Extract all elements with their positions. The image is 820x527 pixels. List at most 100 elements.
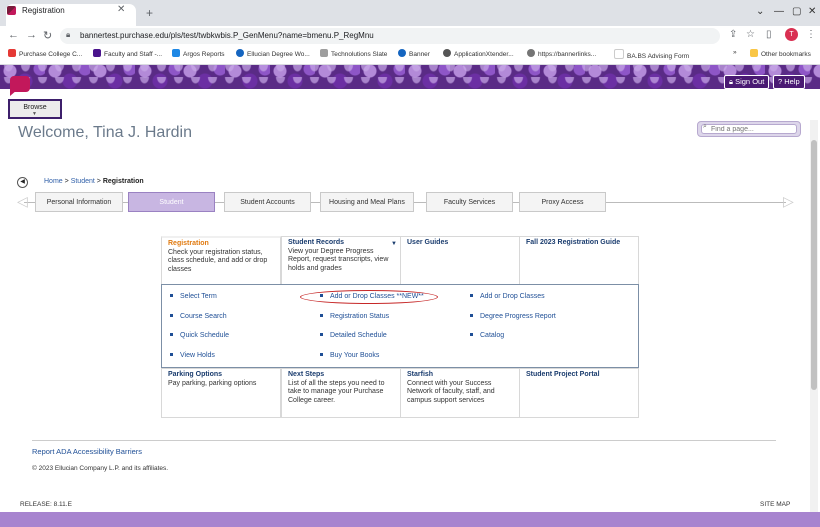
bookmark-item[interactable]: Faculty and Staff -...: [93, 49, 162, 58]
link-course-search[interactable]: Course Search: [170, 313, 227, 320]
link-degree-progress-report[interactable]: Degree Progress Report: [470, 313, 556, 320]
breadcrumb-current: Registration: [102, 178, 144, 185]
link-registration-status[interactable]: Registration Status: [320, 313, 389, 320]
bullet-icon: [470, 314, 473, 317]
bullet-icon: [320, 333, 323, 336]
chevron-down-icon[interactable]: ⌄: [756, 6, 764, 17]
tab-scroll-left-icon[interactable]: ◁: [17, 193, 28, 210]
menu-cell-title: Parking Options: [168, 371, 223, 378]
profile-avatar[interactable]: T: [785, 28, 798, 41]
help-icon: ?: [778, 77, 783, 86]
bookmark-item[interactable]: ApplicationXtender...: [443, 49, 514, 58]
sidebar-icon[interactable]: ▯: [766, 29, 772, 40]
bookmark-favicon-icon: [614, 49, 624, 59]
tab-close-icon[interactable]: ✕: [117, 4, 125, 15]
bookmark-favicon-icon: [172, 49, 180, 57]
tab-personal-information[interactable]: Personal Information: [35, 192, 123, 212]
menu-cell-user-guides[interactable]: User Guides: [400, 236, 520, 285]
search-icon: ⌕: [703, 123, 707, 130]
bullet-icon: [470, 333, 473, 336]
tab-favicon-icon: [7, 6, 16, 15]
lock-icon[interactable]: 🔒︎: [66, 30, 70, 40]
bookmark-item[interactable]: Ellucian Degree Wo...: [236, 49, 310, 58]
menu-cell-next-steps[interactable]: Next Steps List of all the steps you nee…: [281, 368, 401, 418]
tab-student-accounts[interactable]: Student Accounts: [224, 192, 311, 212]
bullet-icon: [470, 294, 473, 297]
welcome-heading: Welcome, Tina J. Hardin: [18, 124, 192, 141]
college-logo[interactable]: [10, 76, 30, 92]
footer-bar: [0, 512, 820, 527]
back-arrow-icon[interactable]: ←: [8, 29, 19, 41]
bullet-icon: [170, 294, 173, 297]
footer-divider: [32, 440, 776, 441]
menu-cell-desc: Pay parking, parking options: [168, 379, 257, 387]
window-close-icon[interactable]: ✕: [808, 6, 816, 17]
new-tab-icon[interactable]: +: [146, 6, 153, 20]
bookmark-favicon-icon: [527, 49, 535, 57]
dropdown-arrow-icon: ▼: [391, 241, 397, 247]
tab-faculty-services[interactable]: Faculty Services: [426, 192, 513, 212]
link-add-drop-classes[interactable]: Add or Drop Classes: [470, 293, 545, 300]
more-bookmarks-icon[interactable]: »: [733, 49, 737, 56]
bookmark-item[interactable]: Technolutions Slate: [320, 49, 387, 58]
url-text: bannertest.purchase.edu/pls/test/twbkwbi…: [80, 31, 374, 40]
menu-cell-fall-registration-guide[interactable]: Fall 2023 Registration Guide: [519, 236, 639, 285]
forward-arrow-icon[interactable]: →: [26, 29, 37, 41]
red-annotation-circle: [300, 290, 438, 304]
tab-student[interactable]: Student: [128, 192, 215, 212]
share-icon[interactable]: ⇪: [729, 29, 737, 40]
menu-cell-title: User Guides: [407, 239, 449, 246]
breadcrumb-student[interactable]: Student: [71, 178, 95, 185]
help-button[interactable]: ? Help: [773, 75, 805, 89]
menu-cell-title: Student Project Portal: [526, 371, 600, 378]
menu-cell-desc: Check your registration status, class sc…: [168, 248, 268, 273]
ada-report-link[interactable]: Report ADA Accessibility Barriers: [32, 447, 142, 456]
bookmark-star-icon[interactable]: ☆: [746, 29, 755, 40]
breadcrumb-home[interactable]: Home: [44, 178, 63, 185]
menu-cell-title: Fall 2023 Registration Guide: [526, 239, 621, 246]
bookmark-favicon-icon: [443, 49, 451, 57]
link-detailed-schedule[interactable]: Detailed Schedule: [320, 332, 387, 339]
menu-cell-starfish[interactable]: Starfish Connect with your Success Netwo…: [400, 368, 520, 418]
link-catalog[interactable]: Catalog: [470, 332, 504, 339]
site-map-link[interactable]: SITE MAP: [760, 501, 790, 508]
bullet-icon: [320, 353, 323, 356]
bullet-icon: [320, 314, 323, 317]
maximize-icon[interactable]: ▢: [792, 6, 801, 17]
bookmark-favicon-icon: [8, 49, 16, 57]
reload-icon[interactable]: ↻: [43, 29, 52, 42]
other-bookmarks[interactable]: Other bookmarks: [750, 49, 811, 58]
menu-cell-registration[interactable]: Registration Check your registration sta…: [161, 236, 281, 285]
bookmark-favicon-icon: [236, 49, 244, 57]
bookmark-favicon-icon: [398, 49, 406, 57]
tab-scroll-right-icon[interactable]: ▷: [783, 193, 794, 210]
menu-cell-title: Starfish: [407, 371, 434, 378]
menu-cell-student-records[interactable]: Student Records ▼ View your Degree Progre…: [281, 236, 401, 285]
link-view-holds[interactable]: View Holds: [170, 352, 215, 359]
bookmark-item[interactable]: Argos Reports: [172, 49, 225, 58]
menu-cell-student-project-portal[interactable]: Student Project Portal: [519, 368, 639, 418]
link-quick-schedule[interactable]: Quick Schedule: [170, 332, 229, 339]
menu-cell-desc: List of all the steps you need to take t…: [288, 379, 385, 404]
bookmark-item[interactable]: Banner: [398, 49, 430, 58]
bullet-icon: [170, 314, 173, 317]
menu-cell-parking-options[interactable]: Parking Options Pay parking, parking opt…: [161, 368, 281, 418]
menu-cell-title: Student Records: [288, 239, 345, 246]
bookmark-favicon-icon: [320, 49, 328, 57]
link-buy-your-books[interactable]: Buy Your Books: [320, 352, 379, 359]
breadcrumb: Home > Student > Registration: [44, 178, 144, 185]
minimize-icon[interactable]: —: [774, 6, 784, 17]
bookmark-item[interactable]: https://bannerlinks...: [527, 49, 596, 58]
bullet-icon: [170, 333, 173, 336]
bookmark-item[interactable]: BA.BS Advising Form: [614, 49, 689, 60]
menu-kebab-icon[interactable]: ⋮: [806, 29, 816, 40]
bookmark-item[interactable]: Purchase College C...: [8, 49, 82, 58]
scrollbar-thumb[interactable]: [811, 140, 817, 390]
find-page-input[interactable]: [701, 124, 797, 134]
bookmark-favicon-icon: [93, 49, 101, 57]
back-circle-icon[interactable]: ◀: [17, 177, 28, 188]
sign-out-button[interactable]: 🔒︎ Sign Out: [724, 75, 770, 89]
link-select-term[interactable]: Select Term: [170, 293, 217, 300]
tab-proxy-access[interactable]: Proxy Access: [519, 192, 606, 212]
tab-housing-meal-plans[interactable]: Housing and Meal Plans: [320, 192, 414, 212]
